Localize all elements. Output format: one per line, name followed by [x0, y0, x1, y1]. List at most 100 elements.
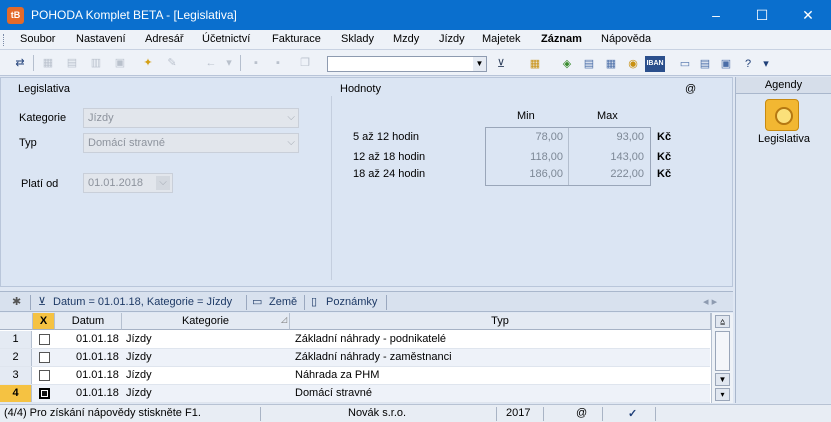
chevron-down-icon[interactable]: ▼ — [473, 57, 486, 71]
cell-datum: 01.01.18 — [76, 351, 119, 363]
scroll-thumb[interactable] — [715, 331, 730, 371]
hodnoty-max-value[interactable]: 222,00 — [570, 168, 644, 180]
status-separator — [496, 407, 497, 421]
new-record-icon[interactable]: ✦ — [140, 55, 156, 71]
typ-select[interactable]: Domácí stravné ⌵ — [83, 133, 299, 153]
calculator-icon[interactable]: ▦ — [603, 56, 619, 72]
copy-record-icon[interactable]: ▦ — [40, 55, 56, 71]
column-header-kategorie[interactable]: Kategorie — [122, 313, 290, 330]
chevron-down-icon[interactable]: ▾ — [221, 55, 237, 71]
status-at: @ — [576, 407, 588, 419]
currency-label: Kč — [657, 131, 672, 143]
calendar-icon[interactable]: ▦ — [527, 56, 543, 72]
row-checkbox[interactable] — [39, 352, 50, 363]
hodnoty-section-title: Hodnoty — [340, 83, 381, 95]
menu-majetek[interactable]: Majetek — [482, 33, 521, 45]
row-checkbox[interactable] — [39, 334, 50, 345]
menu-bar: Soubor Nastavení Adresář Účetnictví Fakt… — [0, 30, 831, 50]
table-row[interactable]: 3 01.01.18 Jízdy Náhrada za PHM — [0, 367, 710, 385]
edit-icon[interactable]: ✎ — [164, 55, 180, 71]
save-icon[interactable]: ▪ — [248, 55, 264, 71]
table-row[interactable]: 2 01.01.18 Jízdy Základní náhrady - zamě… — [0, 349, 710, 367]
navigate-icon[interactable]: ⇄ — [12, 55, 28, 71]
plati-od-date[interactable]: 01.01.2018 ⌵ — [83, 173, 173, 193]
hodnoty-min-value[interactable]: 118,00 — [489, 151, 563, 163]
column-header-x[interactable]: X — [33, 313, 55, 330]
legislativa-section-title: Legislativa — [18, 83, 70, 95]
list-icon[interactable]: ▤ — [697, 56, 713, 72]
row-number: 3 — [0, 367, 32, 384]
row-number-header — [0, 313, 33, 330]
agenda-item-legislativa[interactable]: Legislativa — [736, 133, 831, 145]
pin-icon[interactable]: ✱ — [12, 295, 21, 312]
menu-sklady[interactable]: Sklady — [341, 33, 374, 45]
money-icon[interactable]: ◈ — [559, 56, 575, 72]
max-header: Max — [597, 110, 618, 122]
cell-kategorie: Jízdy — [126, 387, 152, 399]
menu-nastaveni[interactable]: Nastavení — [76, 33, 126, 45]
tab-poznamky[interactable]: Poznámky — [326, 295, 377, 312]
kategorie-select[interactable]: Jízdy ⌵ — [83, 108, 299, 128]
hodnoty-max-value[interactable]: 93,00 — [570, 131, 644, 143]
row-checkbox[interactable] — [39, 388, 50, 399]
coins-icon[interactable]: ◉ — [625, 56, 641, 72]
document-icon[interactable]: ▣ — [718, 56, 734, 72]
menu-ucetnictvi[interactable]: Účetnictví — [202, 33, 250, 45]
scroll-bottom-icon[interactable]: ▾ — [715, 388, 730, 401]
tab-bar: ✱ ⊻ Datum = 01.01.18, Kategorie = Jízdy … — [0, 291, 733, 312]
duplicate-icon[interactable]: ❐ — [297, 55, 313, 71]
column-header-datum[interactable]: Datum — [55, 313, 122, 330]
at-symbol: @ — [685, 83, 697, 95]
print-icon[interactable]: ▤ — [64, 55, 80, 71]
chevron-down-icon[interactable]: ⌵ — [156, 176, 170, 190]
menu-adresar[interactable]: Adresář — [145, 33, 184, 45]
menu-soubor[interactable]: Soubor — [20, 33, 55, 45]
save-all-icon[interactable]: ▪ — [270, 55, 286, 71]
section-divider — [331, 96, 332, 280]
maximize-button[interactable]: ☐ — [739, 0, 785, 30]
tab-filter[interactable]: Datum = 01.01.18, Kategorie = Jízdy — [53, 295, 232, 312]
table-row-selected[interactable]: 4 01.01.18 Jízdy Domácí stravné — [0, 385, 710, 403]
filter-icon[interactable]: ⊻ — [493, 56, 509, 72]
help-icon[interactable]: ? — [740, 56, 756, 72]
toolbar-separator — [33, 55, 34, 71]
kategorie-label: Kategorie — [19, 112, 67, 124]
back-arrow-icon[interactable]: ← — [203, 55, 219, 71]
hodnoty-min-value[interactable]: 78,00 — [489, 131, 563, 143]
print-preview-icon[interactable]: ▥ — [88, 55, 104, 71]
hodnoty-row-label: 12 až 18 hodin — [353, 151, 426, 163]
row-checkbox[interactable] — [39, 370, 50, 381]
table-scrollbar[interactable]: ⩠ ▼ ▾ — [711, 313, 733, 403]
export-icon[interactable]: ▣ — [112, 55, 128, 71]
search-combo[interactable]: ▼ — [327, 56, 487, 72]
filter-icon: ⊻ — [38, 296, 47, 308]
legislativa-gear-icon[interactable] — [765, 99, 799, 131]
report-icon[interactable]: ▭ — [677, 56, 693, 72]
table-row[interactable]: 1 01.01.18 Jízdy Základní náhrady - podn… — [0, 331, 710, 349]
chevron-down-icon: ⌵ — [287, 137, 295, 148]
hodnoty-min-value[interactable]: 186,00 — [489, 168, 563, 180]
minimize-button[interactable]: – — [693, 0, 739, 30]
table-icon[interactable]: ▤ — [581, 56, 597, 72]
tab-scroll-arrows[interactable]: ◂ ▸ — [703, 295, 717, 312]
row-number: 4 — [0, 385, 32, 402]
menu-jizdy[interactable]: Jízdy — [439, 33, 465, 45]
scroll-down-icon[interactable]: ▼ — [715, 373, 730, 386]
scroll-top-icon[interactable]: ⩠ — [715, 315, 730, 328]
menu-zaznam[interactable]: Záznam — [541, 33, 582, 45]
row-number: 2 — [0, 349, 32, 366]
tab-separator — [246, 295, 247, 310]
column-header-typ[interactable]: Typ — [290, 313, 711, 330]
status-separator — [260, 407, 261, 421]
close-button[interactable]: ✕ — [785, 0, 831, 30]
menu-napoveda[interactable]: Nápověda — [601, 33, 651, 45]
hodnoty-max-value[interactable]: 143,00 — [570, 151, 644, 163]
plati-od-value: 01.01.2018 — [88, 177, 144, 189]
menu-mzdy[interactable]: Mzdy — [393, 33, 419, 45]
chevron-down-icon[interactable]: ▾ — [758, 56, 774, 72]
status-company: Novák s.r.o. — [348, 407, 407, 419]
tab-zeme[interactable]: Země — [269, 295, 302, 312]
iban-icon[interactable]: IBAN — [645, 56, 665, 72]
toolbar-separator — [240, 55, 241, 71]
menu-fakturace[interactable]: Fakturace — [272, 33, 321, 45]
